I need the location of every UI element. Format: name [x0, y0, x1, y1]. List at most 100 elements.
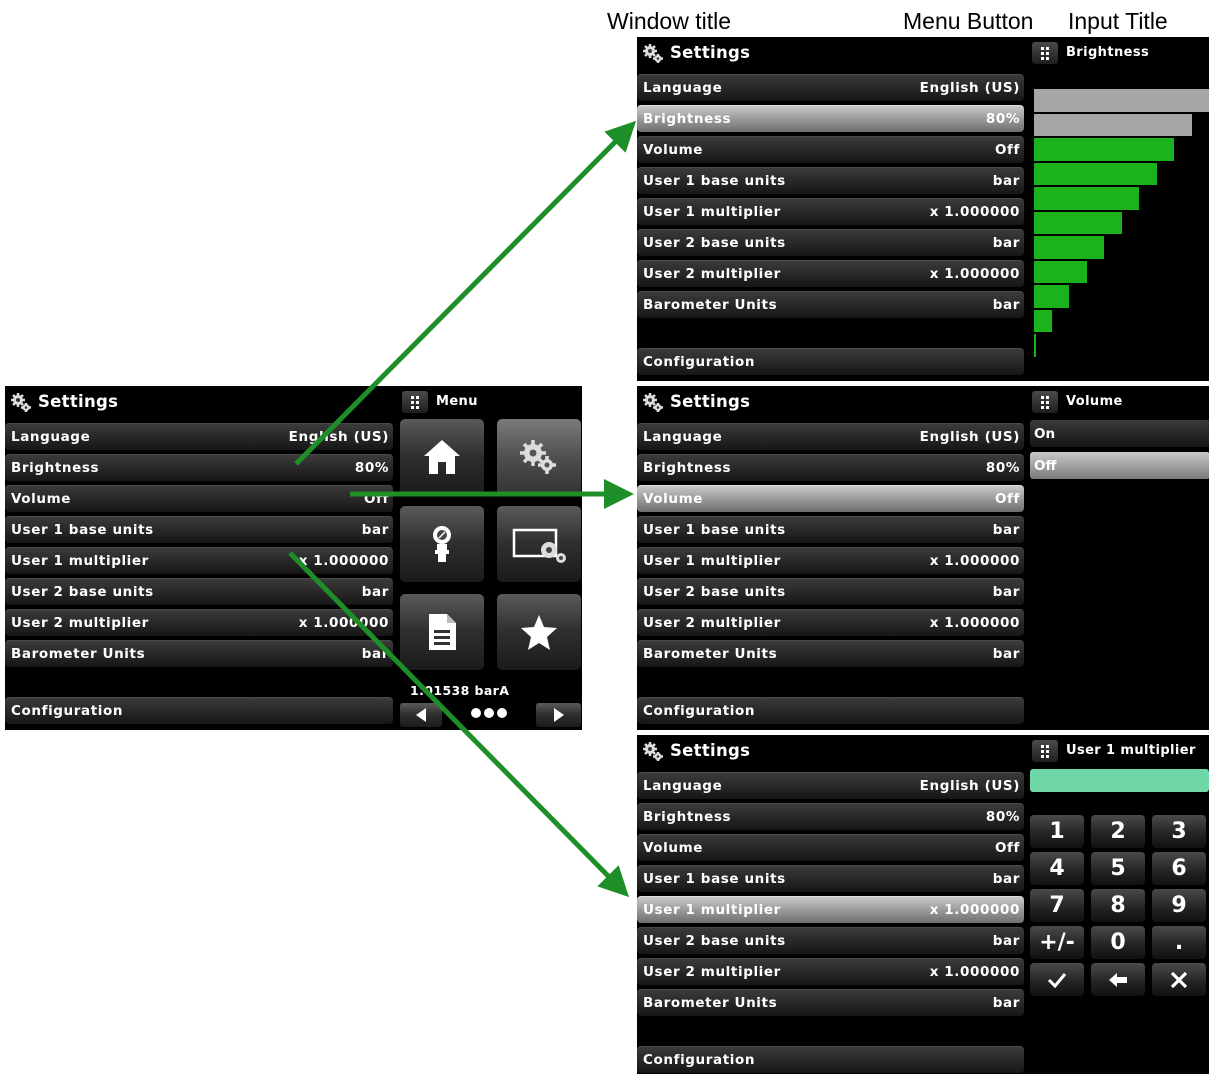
setting-label: User 1 multiplier — [643, 204, 781, 220]
setting-value: Off — [994, 142, 1020, 158]
setting-row-brightness[interactable]: Brightness 80% — [637, 454, 1024, 481]
setting-row-volume[interactable]: Volume Off — [637, 485, 1024, 512]
key-0[interactable]: 0 — [1091, 926, 1145, 959]
setting-label: Volume — [11, 491, 72, 507]
setting-label: User 1 multiplier — [11, 553, 149, 569]
setting-row-volume[interactable]: Volume Off — [637, 834, 1024, 861]
setting-row-barometer-units[interactable]: Barometer Units bar — [637, 291, 1024, 318]
setting-row-language[interactable]: Language English (US) — [5, 423, 393, 450]
menu-button[interactable] — [1032, 41, 1058, 64]
key-4[interactable]: 4 — [1030, 852, 1084, 885]
setting-row-user-2-multiplier[interactable]: User 2 multiplier x 1.000000 — [637, 609, 1024, 636]
brightness-step[interactable] — [1034, 236, 1104, 259]
setting-row-user-2-multiplier[interactable]: User 2 multiplier x 1.000000 — [637, 958, 1024, 985]
setting-row-user-2-base-units[interactable]: User 2 base units bar — [5, 578, 393, 605]
setting-row-volume[interactable]: Volume Off — [5, 485, 393, 512]
display-settings-tile[interactable] — [497, 506, 581, 582]
setting-label: Volume — [643, 142, 704, 158]
brightness-step[interactable] — [1034, 138, 1174, 161]
setting-row-barometer-units[interactable]: Barometer Units bar — [5, 640, 393, 667]
sensor-tile[interactable] — [400, 506, 484, 582]
setting-row-brightness[interactable]: Brightness 80% — [5, 454, 393, 481]
setting-label: Barometer Units — [643, 646, 778, 662]
brightness-level-bars[interactable] — [1034, 89, 1209, 359]
brightness-step[interactable] — [1034, 285, 1069, 308]
setting-row-user-1-base-units[interactable]: User 1 base units bar — [637, 167, 1024, 194]
setting-row-barometer-units[interactable]: Barometer Units bar — [637, 640, 1024, 667]
key-8[interactable]: 8 — [1091, 889, 1145, 922]
setting-row-language[interactable]: Language English (US) — [637, 772, 1024, 799]
setting-row-user-1-multiplier[interactable]: User 1 multiplier x 1.000000 — [5, 547, 393, 574]
setting-value: 80% — [985, 460, 1020, 476]
setting-row-language[interactable]: Language English (US) — [637, 423, 1024, 450]
setting-value: English (US) — [288, 429, 389, 445]
settings-icon — [520, 440, 556, 474]
configuration-button[interactable]: Configuration — [5, 697, 393, 724]
window-title: Settings — [670, 43, 751, 62]
key-6[interactable]: 6 — [1152, 852, 1206, 885]
setting-row-user-1-base-units[interactable]: User 1 base units bar — [5, 516, 393, 543]
brightness-step[interactable] — [1034, 113, 1192, 136]
brightness-step[interactable] — [1034, 89, 1209, 112]
setting-row-user-1-multiplier[interactable]: User 1 multiplier x 1.000000 — [637, 547, 1024, 574]
setting-row-user-2-base-units[interactable]: User 2 base units bar — [637, 927, 1024, 954]
settings-tile[interactable] — [497, 419, 581, 495]
key-3[interactable]: 3 — [1152, 815, 1206, 848]
settings-screen-multiplier: Settings Language English (US) Brightness 8… — [637, 735, 1209, 1074]
setting-row-user-1-multiplier[interactable]: User 1 multiplier x 1.000000 — [637, 896, 1024, 923]
configuration-button[interactable]: Configuration — [637, 348, 1024, 375]
favorites-tile[interactable] — [497, 594, 581, 670]
setting-label: User 1 base units — [643, 871, 786, 887]
setting-row-language[interactable]: Language English (US) — [637, 74, 1024, 101]
multiplier-input-field[interactable] — [1030, 769, 1209, 792]
setting-row-volume[interactable]: Volume Off — [637, 136, 1024, 163]
setting-row-user-1-base-units[interactable]: User 1 base units bar — [637, 865, 1024, 892]
setting-label: User 2 base units — [643, 235, 786, 251]
annotation-menu-button: Menu Button — [903, 8, 1034, 34]
configuration-button[interactable]: Configuration — [637, 1046, 1024, 1073]
setting-row-user-1-multiplier[interactable]: User 1 multiplier x 1.000000 — [637, 198, 1024, 225]
menu-grid-icon — [411, 395, 419, 409]
setting-row-user-2-base-units[interactable]: User 2 base units bar — [637, 578, 1024, 605]
key-decimal[interactable]: . — [1152, 926, 1206, 959]
brightness-step[interactable] — [1034, 334, 1036, 357]
volume-option-on[interactable]: On — [1030, 420, 1209, 447]
setting-label: Language — [643, 80, 723, 96]
display-settings-icon — [512, 528, 566, 563]
brightness-step[interactable] — [1034, 162, 1157, 185]
previous-page-button[interactable] — [400, 703, 442, 727]
settings-gear-icon — [10, 392, 32, 412]
brightness-step[interactable] — [1034, 309, 1052, 332]
setting-row-brightness[interactable]: Brightness 80% — [637, 803, 1024, 830]
volume-option-off[interactable]: Off — [1030, 452, 1209, 479]
configuration-button[interactable]: Configuration — [637, 697, 1024, 724]
setting-value: bar — [992, 871, 1020, 887]
pressure-readout: 1.01538 barA — [410, 683, 510, 698]
setting-row-user-2-multiplier[interactable]: User 2 multiplier x 1.000000 — [637, 260, 1024, 287]
menu-button[interactable] — [402, 390, 428, 413]
setting-row-brightness[interactable]: Brightness 80% — [637, 105, 1024, 132]
menu-button[interactable] — [1032, 739, 1058, 762]
setting-row-user-2-multiplier[interactable]: User 2 multiplier x 1.000000 — [5, 609, 393, 636]
setting-row-user-1-base-units[interactable]: User 1 base units bar — [637, 516, 1024, 543]
key-5[interactable]: 5 — [1091, 852, 1145, 885]
backspace-button[interactable] — [1091, 963, 1145, 996]
key-7[interactable]: 7 — [1030, 889, 1084, 922]
brightness-step[interactable] — [1034, 187, 1139, 210]
setting-row-barometer-units[interactable]: Barometer Units bar — [637, 989, 1024, 1016]
key-2[interactable]: 2 — [1091, 815, 1145, 848]
brightness-step[interactable] — [1034, 211, 1122, 234]
confirm-button[interactable] — [1030, 963, 1084, 996]
page-dot-icon — [471, 708, 481, 718]
key-9[interactable]: 9 — [1152, 889, 1206, 922]
next-page-button[interactable] — [536, 703, 581, 727]
brightness-step[interactable] — [1034, 260, 1087, 283]
document-tile[interactable] — [400, 594, 484, 670]
cancel-button[interactable] — [1152, 963, 1206, 996]
settings-gear-icon — [642, 392, 664, 412]
setting-label: Brightness — [11, 460, 100, 476]
home-tile[interactable] — [400, 419, 484, 495]
key-1[interactable]: 1 — [1030, 815, 1084, 848]
key-plus-minus[interactable]: +/- — [1030, 926, 1084, 959]
setting-row-user-2-base-units[interactable]: User 2 base units bar — [637, 229, 1024, 256]
